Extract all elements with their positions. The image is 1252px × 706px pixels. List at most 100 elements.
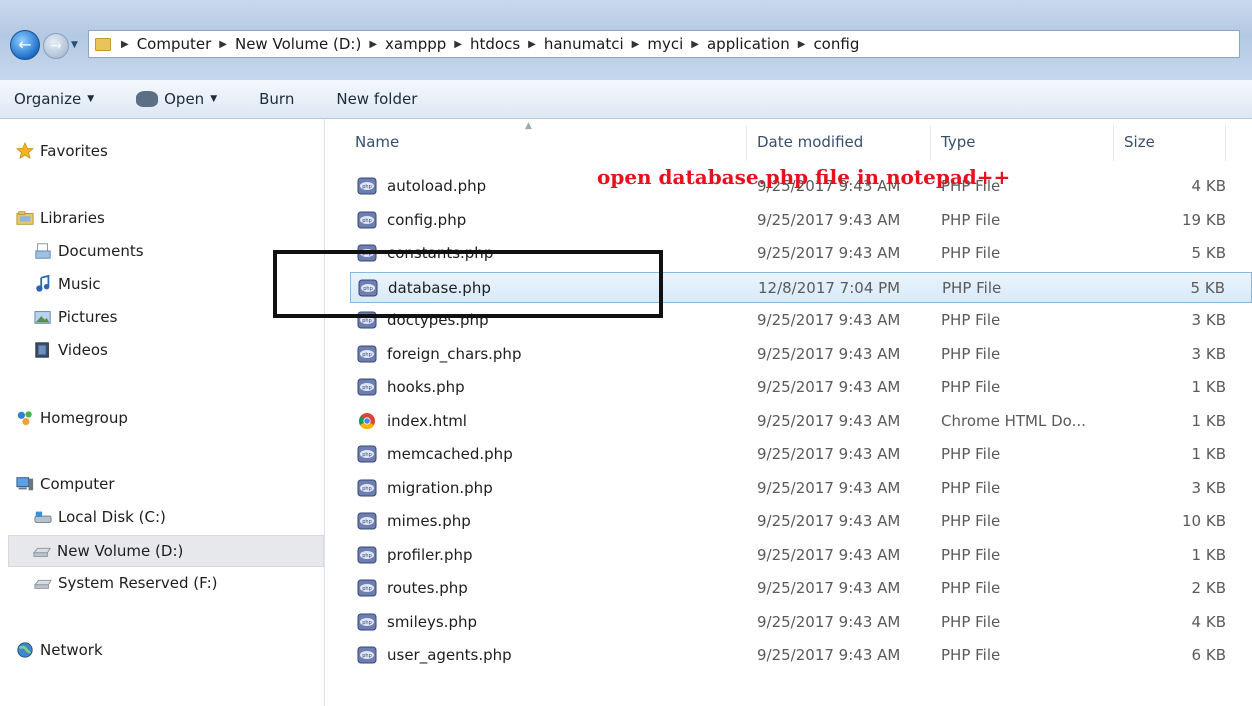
file-type: PHP File — [941, 646, 1001, 664]
sidebar-item-computer[interactable]: Computer — [16, 471, 115, 497]
column-header-type[interactable]: Type — [941, 133, 975, 151]
svg-text:php: php — [362, 352, 372, 358]
file-date-modified: 9/25/2017 9:43 AM — [757, 244, 901, 262]
column-divider[interactable] — [746, 125, 747, 161]
table-row[interactable]: index.html 9/25/2017 9:43 AM Chrome HTML D… — [350, 406, 1252, 437]
column-divider[interactable] — [930, 125, 931, 161]
column-divider[interactable] — [1113, 125, 1114, 161]
table-row[interactable]: php user_agents.php 9/25/2017 9:43 AM PHP F… — [350, 640, 1252, 671]
breadcrumb-xamppp[interactable]: xamppp ▶ — [385, 35, 470, 53]
php-file-icon: php — [357, 445, 377, 463]
address-bar[interactable]: ▶ Computer ▶ New Volume (D:) ▶ xamppp ▶ htd… — [88, 30, 1240, 58]
annotation-text: open database.php file in notepad++ — [597, 165, 1011, 189]
column-divider[interactable] — [1225, 125, 1226, 161]
table-row[interactable]: php hooks.php 9/25/2017 9:43 AM PHP File 1 K… — [350, 372, 1252, 403]
svg-text:php: php — [362, 519, 372, 525]
php-file-icon: php — [357, 613, 377, 630]
column-header-date[interactable]: Date modified — [757, 133, 863, 151]
svg-text:php: php — [362, 218, 372, 224]
highlight-box — [273, 250, 663, 318]
burn-button[interactable]: Burn — [259, 90, 294, 108]
system-drive-icon — [34, 511, 52, 523]
chevron-right-icon[interactable]: ▶ — [219, 39, 227, 50]
computer-icon — [16, 477, 34, 491]
homegroup-icon — [17, 411, 32, 426]
file-date-modified: 9/25/2017 9:43 AM — [757, 545, 901, 564]
sidebar-item-videos[interactable]: Videos — [34, 337, 108, 363]
table-row[interactable]: php profiler.php 9/25/2017 9:43 AM PHP File… — [350, 540, 1252, 571]
forward-arrow-icon: → — [50, 38, 62, 54]
file-size: 2 KB — [1191, 579, 1226, 597]
file-size: 1 KB — [1191, 411, 1226, 430]
back-button[interactable]: ← — [10, 30, 40, 60]
sidebar-item-network[interactable]: Network — [16, 637, 103, 663]
chrome-icon — [359, 412, 375, 429]
organize-button[interactable]: Organize ▼ — [14, 90, 94, 108]
chevron-right-icon[interactable]: ▶ — [528, 39, 536, 50]
command-toolbar: Organize ▼ Open ▼ Burn New folder — [0, 80, 1252, 119]
file-type: PHP File — [941, 445, 1001, 463]
chevron-right-icon[interactable]: ▶ — [369, 39, 377, 50]
sidebar-item-local-disk[interactable]: Local Disk (C:) — [34, 504, 166, 530]
php-file-icon: php — [357, 546, 377, 563]
sidebar-item-libraries[interactable]: Libraries — [16, 205, 105, 231]
breadcrumb-myci[interactable]: myci ▶ — [647, 35, 707, 53]
breadcrumb-hanumatci[interactable]: hanumatci ▶ — [544, 35, 648, 53]
chevron-right-icon[interactable]: ▶ — [121, 39, 129, 50]
forward-button[interactable]: → — [43, 33, 69, 59]
file-type: PHP File — [941, 244, 1001, 262]
sidebar-item-favorites[interactable]: Favorites — [16, 138, 108, 164]
file-name: foreign_chars.php — [387, 344, 522, 363]
libraries-icon — [16, 211, 34, 225]
videos-icon — [35, 342, 49, 358]
breadcrumb-htdocs[interactable]: htdocs ▶ — [470, 35, 544, 53]
sidebar-item-documents[interactable]: Documents — [34, 238, 144, 264]
recent-pages-dropdown[interactable]: ▼ — [71, 40, 81, 52]
php-file-icon: php — [357, 177, 377, 195]
file-type: PHP File — [942, 278, 1002, 297]
breadcrumb-application[interactable]: application ▶ — [707, 35, 813, 53]
php-file-icon: php — [357, 646, 377, 664]
new-folder-button[interactable]: New folder — [336, 90, 417, 108]
table-row[interactable]: php smileys.php 9/25/2017 9:43 AM PHP File 4… — [350, 607, 1252, 638]
chevron-down-icon: ▼ — [210, 94, 218, 104]
open-button[interactable]: Open ▼ — [136, 90, 217, 108]
breadcrumb-config[interactable]: config — [813, 35, 859, 53]
chevron-right-icon[interactable]: ▶ — [798, 39, 806, 50]
sidebar-item-new-volume[interactable]: New Volume (D:) — [8, 535, 324, 567]
php-file-icon: php — [357, 345, 377, 362]
chevron-right-icon[interactable]: ▶ — [691, 39, 699, 50]
file-size: 6 KB — [1191, 646, 1226, 664]
sidebar-item-homegroup[interactable]: Homegroup — [16, 405, 128, 431]
table-row[interactable]: php mimes.php 9/25/2017 9:43 AM PHP File 10 … — [350, 506, 1252, 537]
drive-icon — [33, 547, 51, 557]
file-size: 3 KB — [1191, 478, 1226, 497]
file-size: 5 KB — [1191, 244, 1226, 262]
file-date-modified: 9/25/2017 9:43 AM — [757, 612, 901, 631]
chevron-right-icon[interactable]: ▶ — [632, 39, 640, 50]
php-file-icon: php — [357, 378, 377, 396]
file-type: Chrome HTML Do... — [941, 411, 1086, 430]
column-header-size[interactable]: Size — [1124, 133, 1155, 151]
table-row[interactable]: php routes.php 9/25/2017 9:43 AM PHP File 2 … — [350, 573, 1252, 604]
sidebar-item-system-reserved[interactable]: System Reserved (F:) — [34, 570, 218, 596]
table-row[interactable]: php foreign_chars.php 9/25/2017 9:43 AM PHP… — [350, 339, 1252, 370]
table-row[interactable]: php migration.php 9/25/2017 9:43 AM PHP Fil… — [350, 473, 1252, 504]
sort-ascending-icon: ▲ — [525, 121, 532, 131]
svg-text:php: php — [362, 318, 372, 324]
svg-text:php: php — [362, 620, 372, 626]
column-header-name[interactable]: Name — [355, 133, 399, 151]
sidebar-item-music[interactable]: Music — [34, 271, 101, 297]
sidebar-item-pictures[interactable]: Pictures — [34, 304, 117, 330]
breadcrumb-computer[interactable]: Computer ▶ — [137, 35, 235, 53]
file-date-modified: 9/25/2017 9:43 AM — [757, 445, 901, 463]
file-name: mimes.php — [387, 512, 471, 530]
file-date-modified: 9/25/2017 9:43 AM — [757, 411, 901, 430]
chevron-right-icon[interactable]: ▶ — [454, 39, 462, 50]
breadcrumb-new-volume[interactable]: New Volume (D:) ▶ — [235, 35, 385, 53]
file-size: 3 KB — [1191, 311, 1226, 329]
table-row[interactable]: php memcached.php 9/25/2017 9:43 AM PHP Fil… — [350, 439, 1252, 470]
file-type: PHP File — [941, 478, 1001, 497]
file-date-modified: 9/25/2017 9:43 AM — [757, 378, 901, 396]
table-row[interactable]: php config.php 9/25/2017 9:43 AM PHP File 19… — [350, 205, 1252, 236]
